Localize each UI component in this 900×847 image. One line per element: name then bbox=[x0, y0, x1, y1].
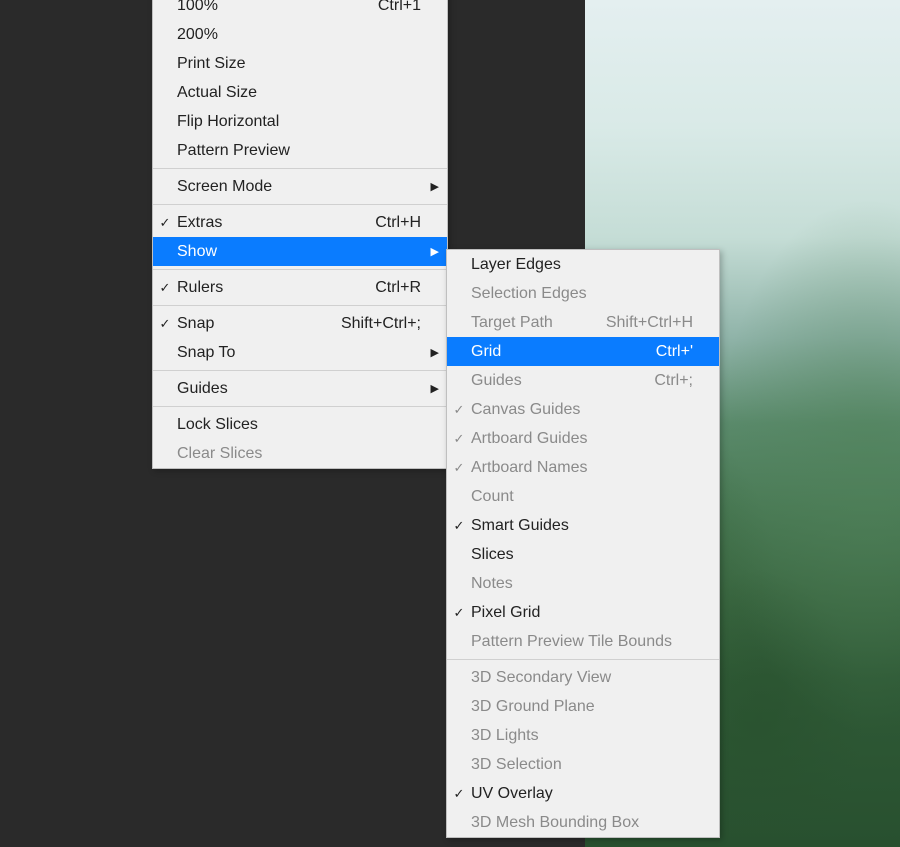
menu-item-label: UV Overlay bbox=[471, 785, 693, 803]
menu-item-label: Slices bbox=[471, 546, 693, 564]
menu-divider bbox=[153, 305, 447, 306]
view-menu[interactable]: 100%Ctrl+1 200% Print Size Actual Size Flip … bbox=[152, 0, 448, 469]
menu-item-label: Layer Edges bbox=[471, 256, 693, 274]
menu-divider bbox=[153, 269, 447, 270]
menu-item-uv-overlay[interactable]: ✓UV Overlay bbox=[447, 779, 719, 808]
menu-item-artboard-guides: ✓Artboard Guides bbox=[447, 424, 719, 453]
menu-item-label: 100% bbox=[177, 0, 378, 15]
menu-item-grid[interactable]: GridCtrl+' bbox=[447, 337, 719, 366]
menu-item-label: Show bbox=[177, 243, 421, 261]
menu-item-100[interactable]: 100%Ctrl+1 bbox=[153, 0, 447, 20]
menu-item-rulers[interactable]: ✓RulersCtrl+R bbox=[153, 273, 447, 302]
menu-item-200[interactable]: 200% bbox=[153, 20, 447, 49]
menu-divider bbox=[153, 406, 447, 407]
menu-item-guides[interactable]: Guides ▶ bbox=[153, 374, 447, 403]
show-submenu[interactable]: Layer Edges Selection Edges Target PathShi… bbox=[446, 249, 720, 838]
check-icon: ✓ bbox=[447, 786, 471, 802]
submenu-arrow-icon: ▶ bbox=[425, 382, 439, 395]
menu-item-pattern-preview-tile-bounds: Pattern Preview Tile Bounds bbox=[447, 627, 719, 656]
menu-item-label: Pattern Preview Tile Bounds bbox=[471, 633, 693, 651]
submenu-arrow-icon: ▶ bbox=[425, 346, 439, 359]
menu-item-label: 3D Secondary View bbox=[471, 669, 693, 687]
menu-divider bbox=[153, 204, 447, 205]
menu-item-guides: GuidesCtrl+; bbox=[447, 366, 719, 395]
menu-item-label: Target Path bbox=[471, 314, 606, 332]
menu-item-label: 200% bbox=[177, 26, 421, 44]
menu-divider bbox=[153, 370, 447, 371]
menu-item-label: Extras bbox=[177, 214, 375, 232]
menu-item-actual-size[interactable]: Actual Size bbox=[153, 78, 447, 107]
menu-item-shortcut: Shift+Ctrl+; bbox=[341, 315, 425, 333]
menu-item-label: Flip Horizontal bbox=[177, 113, 421, 131]
menu-item-label: Pattern Preview bbox=[177, 142, 421, 160]
menu-item-label: Artboard Names bbox=[471, 459, 693, 477]
menu-item-label: Rulers bbox=[177, 279, 375, 297]
menu-item-canvas-guides: ✓Canvas Guides bbox=[447, 395, 719, 424]
menu-item-3d-ground-plane: 3D Ground Plane bbox=[447, 692, 719, 721]
menu-item-label: Pixel Grid bbox=[471, 604, 693, 622]
menu-item-label: Clear Slices bbox=[177, 445, 421, 463]
menu-item-label: Smart Guides bbox=[471, 517, 693, 535]
menu-item-3d-secondary-view: 3D Secondary View bbox=[447, 663, 719, 692]
menu-item-label: Notes bbox=[471, 575, 693, 593]
menu-item-label: Screen Mode bbox=[177, 178, 421, 196]
menu-item-slices[interactable]: Slices bbox=[447, 540, 719, 569]
menu-item-pixel-grid[interactable]: ✓Pixel Grid bbox=[447, 598, 719, 627]
menu-item-label: Print Size bbox=[177, 55, 421, 73]
menu-item-layer-edges[interactable]: Layer Edges bbox=[447, 250, 719, 279]
check-icon: ✓ bbox=[447, 518, 471, 534]
menu-item-3d-mesh-bounding-box: 3D Mesh Bounding Box bbox=[447, 808, 719, 837]
menu-item-label: Guides bbox=[177, 380, 421, 398]
menu-item-label: Selection Edges bbox=[471, 285, 693, 303]
submenu-arrow-icon: ▶ bbox=[425, 180, 439, 193]
menu-item-label: 3D Lights bbox=[471, 727, 693, 745]
menu-item-label: Snap bbox=[177, 315, 341, 333]
menu-item-label: Count bbox=[471, 488, 693, 506]
menu-item-shortcut: Ctrl+; bbox=[654, 372, 697, 390]
menu-item-screen-mode[interactable]: Screen Mode ▶ bbox=[153, 172, 447, 201]
menu-item-lock-slices[interactable]: Lock Slices bbox=[153, 410, 447, 439]
menu-item-label: 3D Mesh Bounding Box bbox=[471, 814, 693, 832]
menu-item-label: Snap To bbox=[177, 344, 421, 362]
menu-item-label: 3D Selection bbox=[471, 756, 693, 774]
menu-item-shortcut: Ctrl+1 bbox=[378, 0, 425, 15]
menu-item-label: Guides bbox=[471, 372, 654, 390]
menu-item-shortcut: Shift+Ctrl+H bbox=[606, 314, 697, 332]
check-icon: ✓ bbox=[153, 215, 177, 231]
menu-item-snap[interactable]: ✓SnapShift+Ctrl+; bbox=[153, 309, 447, 338]
menu-item-count: Count bbox=[447, 482, 719, 511]
menu-item-shortcut: Ctrl+R bbox=[375, 279, 425, 297]
menu-item-3d-lights: 3D Lights bbox=[447, 721, 719, 750]
menu-item-label: 3D Ground Plane bbox=[471, 698, 693, 716]
menu-item-shortcut: Ctrl+H bbox=[375, 214, 425, 232]
check-icon: ✓ bbox=[447, 605, 471, 621]
menu-divider bbox=[153, 168, 447, 169]
menu-item-artboard-names: ✓Artboard Names bbox=[447, 453, 719, 482]
menu-item-show[interactable]: Show ▶ bbox=[153, 237, 447, 266]
menu-item-pattern-preview[interactable]: Pattern Preview bbox=[153, 136, 447, 165]
menu-item-notes: Notes bbox=[447, 569, 719, 598]
menu-item-label: Grid bbox=[471, 343, 656, 361]
menu-item-3d-selection: 3D Selection bbox=[447, 750, 719, 779]
check-icon: ✓ bbox=[447, 460, 471, 476]
check-icon: ✓ bbox=[447, 402, 471, 418]
menu-item-label: Actual Size bbox=[177, 84, 421, 102]
menu-item-shortcut: Ctrl+' bbox=[656, 343, 697, 361]
check-icon: ✓ bbox=[153, 316, 177, 332]
menu-item-target-path: Target PathShift+Ctrl+H bbox=[447, 308, 719, 337]
submenu-arrow-icon: ▶ bbox=[425, 245, 439, 258]
menu-item-label: Lock Slices bbox=[177, 416, 421, 434]
check-icon: ✓ bbox=[447, 431, 471, 447]
menu-item-label: Artboard Guides bbox=[471, 430, 693, 448]
menu-divider bbox=[447, 659, 719, 660]
menu-item-smart-guides[interactable]: ✓Smart Guides bbox=[447, 511, 719, 540]
menu-item-selection-edges: Selection Edges bbox=[447, 279, 719, 308]
menu-item-snap-to[interactable]: Snap To ▶ bbox=[153, 338, 447, 367]
menu-item-extras[interactable]: ✓ExtrasCtrl+H bbox=[153, 208, 447, 237]
menu-item-print-size[interactable]: Print Size bbox=[153, 49, 447, 78]
check-icon: ✓ bbox=[153, 280, 177, 296]
menu-item-flip-horizontal[interactable]: Flip Horizontal bbox=[153, 107, 447, 136]
menu-item-clear-slices: Clear Slices bbox=[153, 439, 447, 468]
menu-item-label: Canvas Guides bbox=[471, 401, 693, 419]
